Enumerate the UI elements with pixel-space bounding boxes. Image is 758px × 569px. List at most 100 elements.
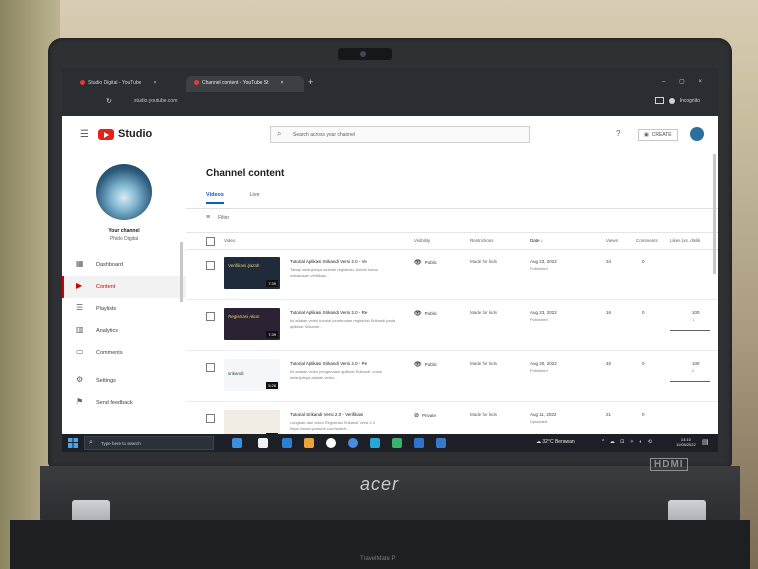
model-label: TravelMate P: [360, 556, 396, 562]
your-channel-label: Your channel: [108, 228, 140, 234]
column-comments[interactable]: Comments: [636, 238, 658, 243]
video-title[interactable]: Tutorial Aplikasi Srikandi Versi 2.0 - R…: [290, 310, 396, 315]
table-header: Video Visibility Restrictions Date ↓ Vie…: [186, 232, 718, 250]
table-row[interactable]: srikandi 5:28 Tutorial Aplikasi Srikandi…: [186, 351, 718, 402]
widgets-icon[interactable]: [232, 438, 242, 448]
help-icon[interactable]: ?: [616, 129, 620, 138]
column-views[interactable]: Views: [606, 238, 618, 243]
sidebar-item-dashboard[interactable]: ▦ Dashboard: [62, 254, 186, 276]
views-value: 40: [606, 361, 612, 366]
tab-videos[interactable]: Videos: [206, 192, 224, 204]
playlists-icon: ☰: [76, 303, 84, 312]
tab-search-icon: [654, 97, 664, 104]
video-thumbnail[interactable]: srikandi 5:28: [224, 359, 280, 391]
browser-tab-2[interactable]: Channel content - YouTube St ×: [186, 76, 304, 92]
sidebar-item-comments[interactable]: ▭ Comments: [62, 342, 186, 364]
close-tab-icon[interactable]: ×: [281, 80, 284, 86]
date-status: Published: [530, 317, 548, 322]
notification-icon[interactable]: ▤: [702, 438, 709, 446]
row-checkbox[interactable]: [206, 312, 215, 321]
video-thumbnail[interactable]: Verifikasi Ijazah 7:39: [224, 257, 280, 289]
photos-icon[interactable]: [436, 438, 446, 448]
word-icon[interactable]: [414, 438, 424, 448]
views-value: 34: [606, 259, 612, 264]
sidebar-item-playlists[interactable]: ☰ Playlists: [62, 298, 186, 320]
folder-icon[interactable]: [304, 438, 314, 448]
taskbar-search-input[interactable]: ⌕ Type here to search: [84, 436, 214, 450]
video-title[interactable]: Tutorial Aplikasi Srikandi Versi 2.0 - V…: [290, 259, 396, 264]
chrome-icon[interactable]: [348, 438, 358, 448]
create-button[interactable]: ▣ CREATE: [638, 129, 678, 141]
search-icon: ⌕: [277, 129, 282, 138]
sidebar-item-send-feedback[interactable]: ⚑ Send feedback: [62, 392, 186, 414]
file-explorer-icon[interactable]: [282, 438, 292, 448]
column-visibility[interactable]: Visibility: [414, 238, 430, 243]
comments-value: 0: [642, 412, 645, 417]
new-tab-button[interactable]: +: [308, 77, 313, 87]
reload-icon[interactable]: ↻: [106, 97, 112, 105]
row-checkbox[interactable]: [206, 363, 215, 372]
eye-icon: 👁: [414, 362, 422, 368]
windows-taskbar: ⌕ Type here to search ☁ 32°C Berawan ^ ☁…: [62, 434, 718, 452]
sidebar-scrollbar[interactable]: [180, 242, 183, 302]
filter-button[interactable]: ≡ Filter: [206, 214, 229, 221]
tab-live[interactable]: Live: [249, 192, 259, 202]
content-scrollbar[interactable]: [713, 154, 716, 274]
sidebar-item-settings[interactable]: ⚙ Settings: [62, 370, 186, 392]
visibility-dropdown[interactable]: 👁 Public: [414, 310, 437, 317]
system-tray[interactable]: ^ ☁ ⊡ ✧ ◐ ⟲: [602, 439, 654, 445]
comments-value: 0: [642, 361, 645, 366]
windows-start-icon[interactable]: [68, 438, 78, 448]
column-likes[interactable]: Likes (vs. dislik: [670, 238, 700, 243]
laptop-screen: Studio Digital - YouTube × Channel conten…: [62, 68, 718, 452]
edge-icon[interactable]: [326, 438, 336, 448]
task-view-icon[interactable]: [258, 438, 268, 448]
window-controls[interactable]: – ▢ ×: [662, 78, 708, 85]
close-tab-icon[interactable]: ×: [153, 80, 156, 86]
table-row[interactable]: Registrasi Akun 7:39 Tutorial Aplikasi S…: [186, 300, 718, 351]
row-checkbox[interactable]: [206, 261, 215, 270]
menu-icon[interactable]: ☰: [80, 129, 89, 140]
likes-ratio-bar: [670, 330, 710, 331]
clock[interactable]: 13:10 11/08/2022: [676, 437, 696, 447]
column-date[interactable]: Date ↓: [530, 238, 543, 243]
restriction-value: Made for kids: [470, 361, 498, 366]
content-tabs: Videos Live: [206, 192, 284, 204]
channel-avatar[interactable]: [96, 164, 152, 220]
date-status: Published: [530, 368, 548, 373]
analytics-icon: ▥: [76, 325, 84, 334]
column-video[interactable]: Video: [224, 238, 235, 243]
account-avatar[interactable]: [690, 127, 704, 141]
filter-icon: ≡: [206, 214, 211, 221]
comments-value: 0: [642, 310, 645, 315]
video-thumbnail[interactable]: Registrasi Akun 7:39: [224, 308, 280, 340]
sidebar-item-content[interactable]: ▶ Content: [62, 276, 186, 298]
store-icon[interactable]: [370, 438, 380, 448]
youtube-logo-icon[interactable]: [98, 129, 114, 140]
table-row[interactable]: Verifikasi Ijazah 7:39 Tutorial Aplikasi…: [186, 249, 718, 300]
comments-value: 0: [642, 259, 645, 264]
visibility-dropdown[interactable]: 👁 Public: [414, 361, 437, 368]
app-icon[interactable]: [392, 438, 402, 448]
page-title: Channel content: [206, 168, 285, 179]
search-input[interactable]: ⌕ Search across your channel: [270, 126, 530, 143]
browser-tab-1[interactable]: Studio Digital - YouTube ×: [72, 76, 184, 92]
address-bar[interactable]: ↻ studio.youtube.com: [90, 95, 650, 109]
dislikes-value: 1: [692, 317, 695, 322]
sidebar-item-analytics[interactable]: ▥ Analytics: [62, 320, 186, 342]
visibility-dropdown[interactable]: 👁 Public: [414, 259, 437, 266]
weather-widget[interactable]: ☁ 32°C Berawan: [536, 439, 575, 445]
date-value: Aug 23, 2022: [530, 310, 557, 315]
column-restrictions[interactable]: Restrictions: [470, 238, 494, 243]
visibility-dropdown[interactable]: ⊘ Private: [414, 412, 436, 419]
youtube-favicon-icon: [80, 80, 85, 86]
row-checkbox[interactable]: [206, 414, 215, 423]
incognito-indicator[interactable]: Incognito: [654, 97, 700, 104]
select-all-checkbox[interactable]: [206, 237, 215, 246]
video-title[interactable]: Tutorial Aplikasi Srikandi Versi 2.0 - P…: [290, 361, 396, 366]
gear-icon: ⚙: [76, 375, 84, 384]
studio-brand[interactable]: Studio: [118, 128, 152, 140]
video-title[interactable]: Tutorial Srikandi Versi 2.0 - Verifikasi: [290, 412, 396, 417]
dislikes-value: 2: [692, 368, 695, 373]
eye-icon: 👁: [414, 311, 422, 317]
